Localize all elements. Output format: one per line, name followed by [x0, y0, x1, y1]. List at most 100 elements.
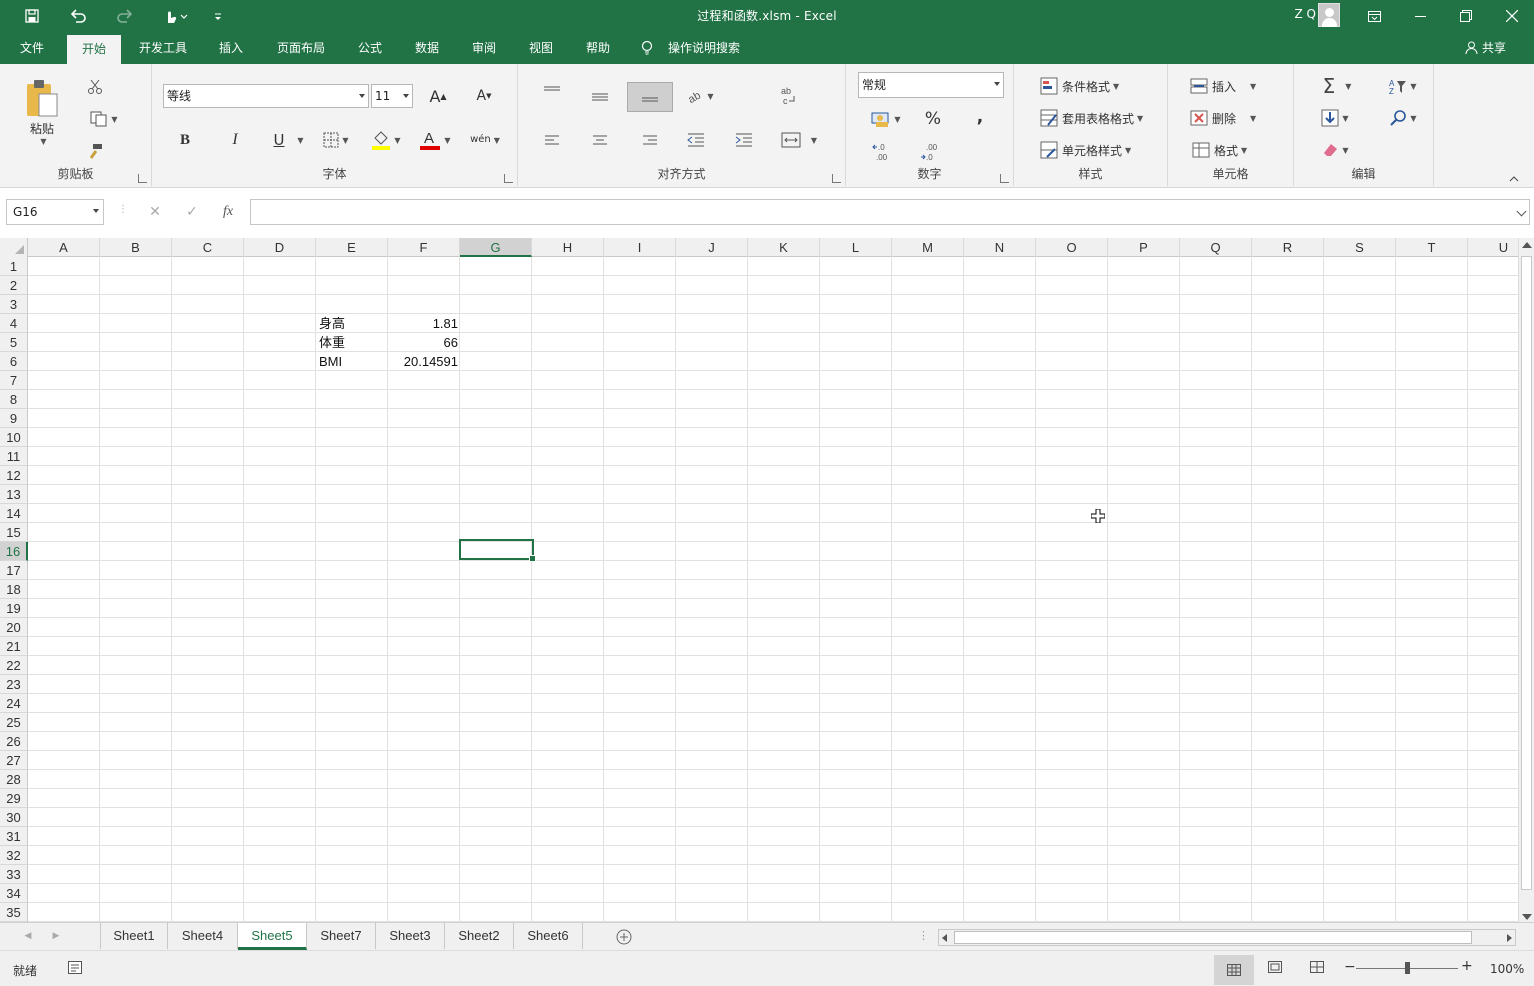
format-as-table-button[interactable]: 套用表格格式 ▼: [1040, 106, 1168, 130]
cell-E5[interactable]: 体重: [319, 333, 345, 352]
share-button[interactable]: 共享: [1465, 32, 1506, 64]
format-painter-icon[interactable]: [84, 140, 106, 162]
percent-button[interactable]: %: [920, 106, 946, 132]
row-header-14[interactable]: 14: [0, 504, 28, 523]
close-icon[interactable]: [1492, 0, 1532, 32]
number-format-combo[interactable]: 常规: [858, 72, 1004, 98]
cell-E4[interactable]: 身高: [319, 314, 345, 333]
row-header-28[interactable]: 28: [0, 770, 28, 789]
fill-color-icon[interactable]: ▼: [368, 126, 404, 154]
row-header-17[interactable]: 17: [0, 561, 28, 580]
zoom-in-icon[interactable]: +: [1461, 958, 1473, 974]
tab-data[interactable]: 数据: [403, 32, 451, 64]
restore-icon[interactable]: [1446, 0, 1486, 32]
delete-cells-button[interactable]: 删除 ▼: [1190, 106, 1274, 130]
next-sheet-icon[interactable]: ▶: [48, 927, 64, 945]
decrease-decimal-icon[interactable]: .00.0: [916, 140, 944, 164]
tab-file[interactable]: 文件: [10, 32, 54, 64]
tab-help[interactable]: 帮助: [574, 32, 622, 64]
row-header-4[interactable]: 4: [0, 314, 28, 333]
underline-button[interactable]: U: [268, 128, 290, 152]
column-header-C[interactable]: C: [172, 238, 244, 257]
column-header-E[interactable]: E: [316, 238, 388, 257]
normal-view-icon[interactable]: [1214, 955, 1254, 985]
name-box[interactable]: G16: [6, 199, 104, 225]
row-header-24[interactable]: 24: [0, 694, 28, 713]
font-name-combo[interactable]: 等线: [163, 84, 369, 108]
copy-icon[interactable]: ▼: [82, 108, 126, 130]
sheet-tab-sheet7[interactable]: Sheet7: [307, 923, 376, 949]
row-header-12[interactable]: 12: [0, 466, 28, 485]
row-header-2[interactable]: 2: [0, 276, 28, 295]
increase-decimal-icon[interactable]: .0.00: [868, 140, 896, 164]
comma-button[interactable]: ,: [968, 104, 992, 130]
row-header-1[interactable]: 1: [0, 257, 28, 276]
row-header-31[interactable]: 31: [0, 827, 28, 846]
page-break-view-icon[interactable]: [1310, 961, 1326, 975]
find-select-icon[interactable]: ▼: [1386, 106, 1420, 130]
tab-insert[interactable]: 插入: [207, 32, 255, 64]
column-header-G[interactable]: G: [460, 238, 532, 257]
row-header-6[interactable]: 6: [0, 352, 28, 371]
macro-record-icon[interactable]: [68, 961, 84, 975]
column-header-A[interactable]: A: [28, 238, 100, 257]
align-center-icon[interactable]: [588, 128, 612, 152]
column-header-Q[interactable]: Q: [1180, 238, 1252, 257]
increase-font-icon[interactable]: A ▲: [426, 84, 450, 108]
column-header-P[interactable]: P: [1108, 238, 1180, 257]
insert-function-icon[interactable]: fx: [216, 201, 240, 223]
number-launcher-icon[interactable]: [1000, 174, 1009, 183]
row-header-5[interactable]: 5: [0, 333, 28, 352]
scroll-up-icon[interactable]: [1522, 242, 1532, 248]
scroll-left-icon[interactable]: [942, 934, 947, 942]
column-header-M[interactable]: M: [892, 238, 964, 257]
conditional-formatting-button[interactable]: 条件格式 ▼: [1040, 74, 1150, 98]
tab-splitter-icon[interactable]: ⋮: [918, 929, 929, 942]
column-header-T[interactable]: T: [1396, 238, 1468, 257]
tab-page-layout[interactable]: 页面布局: [268, 32, 334, 64]
decrease-font-icon[interactable]: A ▼: [472, 84, 496, 108]
row-header-35[interactable]: 35: [0, 903, 28, 922]
zoom-slider-knob[interactable]: [1405, 962, 1410, 974]
cell-F6[interactable]: 20.14591: [390, 352, 458, 371]
align-top-icon[interactable]: [540, 82, 564, 102]
sheet-tab-sheet1[interactable]: Sheet1: [101, 923, 168, 949]
sheet-tab-sheet3[interactable]: Sheet3: [376, 923, 445, 949]
row-header-11[interactable]: 11: [0, 447, 28, 466]
cell-F5[interactable]: 66: [390, 333, 458, 352]
sheet-tab-sheet5[interactable]: Sheet5: [238, 923, 307, 950]
row-header-3[interactable]: 3: [0, 295, 28, 314]
row-header-8[interactable]: 8: [0, 390, 28, 409]
column-header-O[interactable]: O: [1036, 238, 1108, 257]
orientation-icon[interactable]: ab ▼: [684, 84, 718, 108]
align-right-icon[interactable]: [638, 128, 662, 152]
clipboard-launcher-icon[interactable]: [138, 174, 147, 183]
worksheet-grid[interactable]: ABCDEFGHIJKLMNOPQRSTU 1 2 3 4 5 6 7 8 9 10 11 12 13 1…: [0, 238, 1518, 922]
clear-icon[interactable]: ▼: [1316, 138, 1354, 162]
italic-button[interactable]: I: [224, 128, 246, 152]
zoom-out-icon[interactable]: −: [1344, 959, 1356, 975]
prev-sheet-icon[interactable]: ◀: [20, 927, 36, 945]
horizontal-scrollbar[interactable]: [938, 929, 1516, 946]
active-cell-G16[interactable]: [459, 539, 536, 562]
font-launcher-icon[interactable]: [504, 174, 513, 183]
vertical-scroll-thumb[interactable]: [1521, 256, 1532, 890]
row-header-22[interactable]: 22: [0, 656, 28, 675]
cut-icon[interactable]: [84, 76, 106, 98]
cell-styles-button[interactable]: 单元格样式 ▼: [1040, 138, 1160, 162]
phonetic-guide-icon[interactable]: wén ▼: [466, 126, 504, 154]
minimize-icon[interactable]: [1400, 0, 1440, 32]
row-header-19[interactable]: 19: [0, 599, 28, 618]
column-header-U[interactable]: U: [1468, 238, 1518, 257]
row-header-27[interactable]: 27: [0, 751, 28, 770]
row-header-25[interactable]: 25: [0, 713, 28, 732]
paste-button[interactable]: 粘贴 ▼: [18, 72, 66, 152]
tell-me-search[interactable]: 操作说明搜索: [664, 32, 744, 64]
row-header-26[interactable]: 26: [0, 732, 28, 751]
user-name[interactable]: Z Q: [1295, 7, 1316, 21]
tab-view[interactable]: 视图: [517, 32, 565, 64]
cancel-icon[interactable]: ✕: [144, 202, 166, 222]
column-header-N[interactable]: N: [964, 238, 1036, 257]
row-header-23[interactable]: 23: [0, 675, 28, 694]
column-header-L[interactable]: L: [820, 238, 892, 257]
